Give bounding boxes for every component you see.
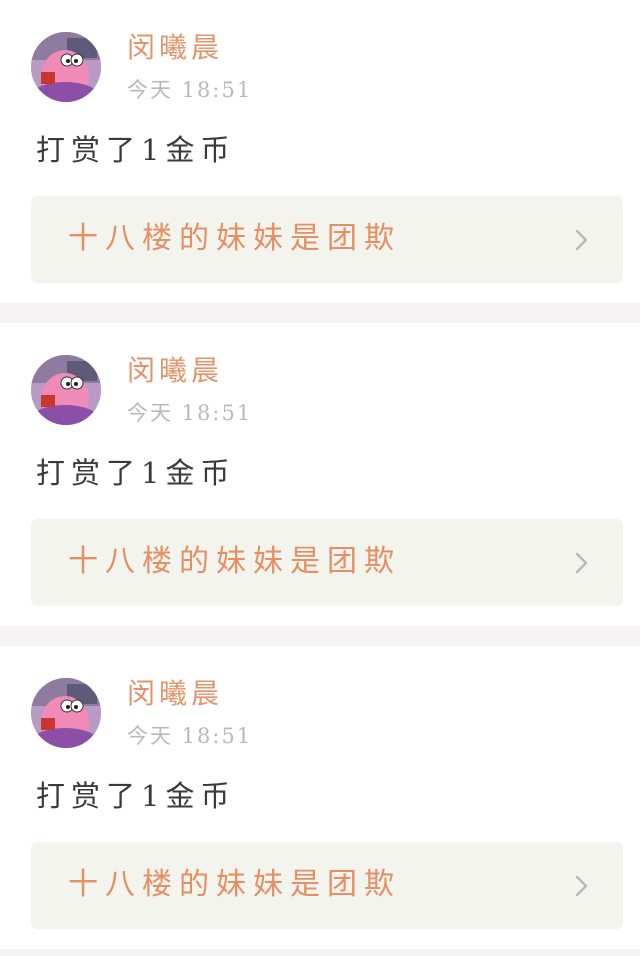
timestamp: 今天 18:51 <box>127 724 253 748</box>
timestamp: 今天 18:51 <box>127 78 253 102</box>
reward-message: 打赏了1金币 <box>36 133 236 167</box>
chevron-right-icon <box>575 552 588 574</box>
feed-card: 闵曦晨 今天 18:51 打赏了1金币 十八楼的妹妹是团欺 <box>0 323 640 626</box>
reward-target-link[interactable]: 十八楼的妹妹是团欺 <box>31 196 623 283</box>
reward-target-title: 十八楼的妹妹是团欺 <box>68 221 401 256</box>
chevron-right-icon <box>575 229 588 251</box>
reward-target-title: 十八楼的妹妹是团欺 <box>68 867 401 902</box>
avatar-image <box>31 32 101 102</box>
user-name[interactable]: 闵曦晨 <box>127 353 223 389</box>
timestamp: 今天 18:51 <box>127 401 253 425</box>
avatar[interactable] <box>31 678 101 748</box>
reward-message: 打赏了1金币 <box>36 779 236 813</box>
avatar[interactable] <box>31 355 101 425</box>
reward-feed: 闵曦晨 今天 18:51 打赏了1金币 十八楼的妹妹是团欺 闵曦晨 今天 18:… <box>0 0 640 956</box>
reward-target-link[interactable]: 十八楼的妹妹是团欺 <box>31 842 623 929</box>
reward-target-title: 十八楼的妹妹是团欺 <box>68 544 401 579</box>
avatar-image <box>31 678 101 748</box>
reward-message: 打赏了1金币 <box>36 456 236 490</box>
user-name[interactable]: 闵曦晨 <box>127 676 223 712</box>
avatar[interactable] <box>31 32 101 102</box>
user-name[interactable]: 闵曦晨 <box>127 30 223 66</box>
avatar-image <box>31 355 101 425</box>
feed-card: 闵曦晨 今天 18:51 打赏了1金币 十八楼的妹妹是团欺 <box>0 0 640 303</box>
reward-target-link[interactable]: 十八楼的妹妹是团欺 <box>31 519 623 606</box>
feed-card: 闵曦晨 今天 18:51 打赏了1金币 十八楼的妹妹是团欺 <box>0 646 640 949</box>
chevron-right-icon <box>575 875 588 897</box>
